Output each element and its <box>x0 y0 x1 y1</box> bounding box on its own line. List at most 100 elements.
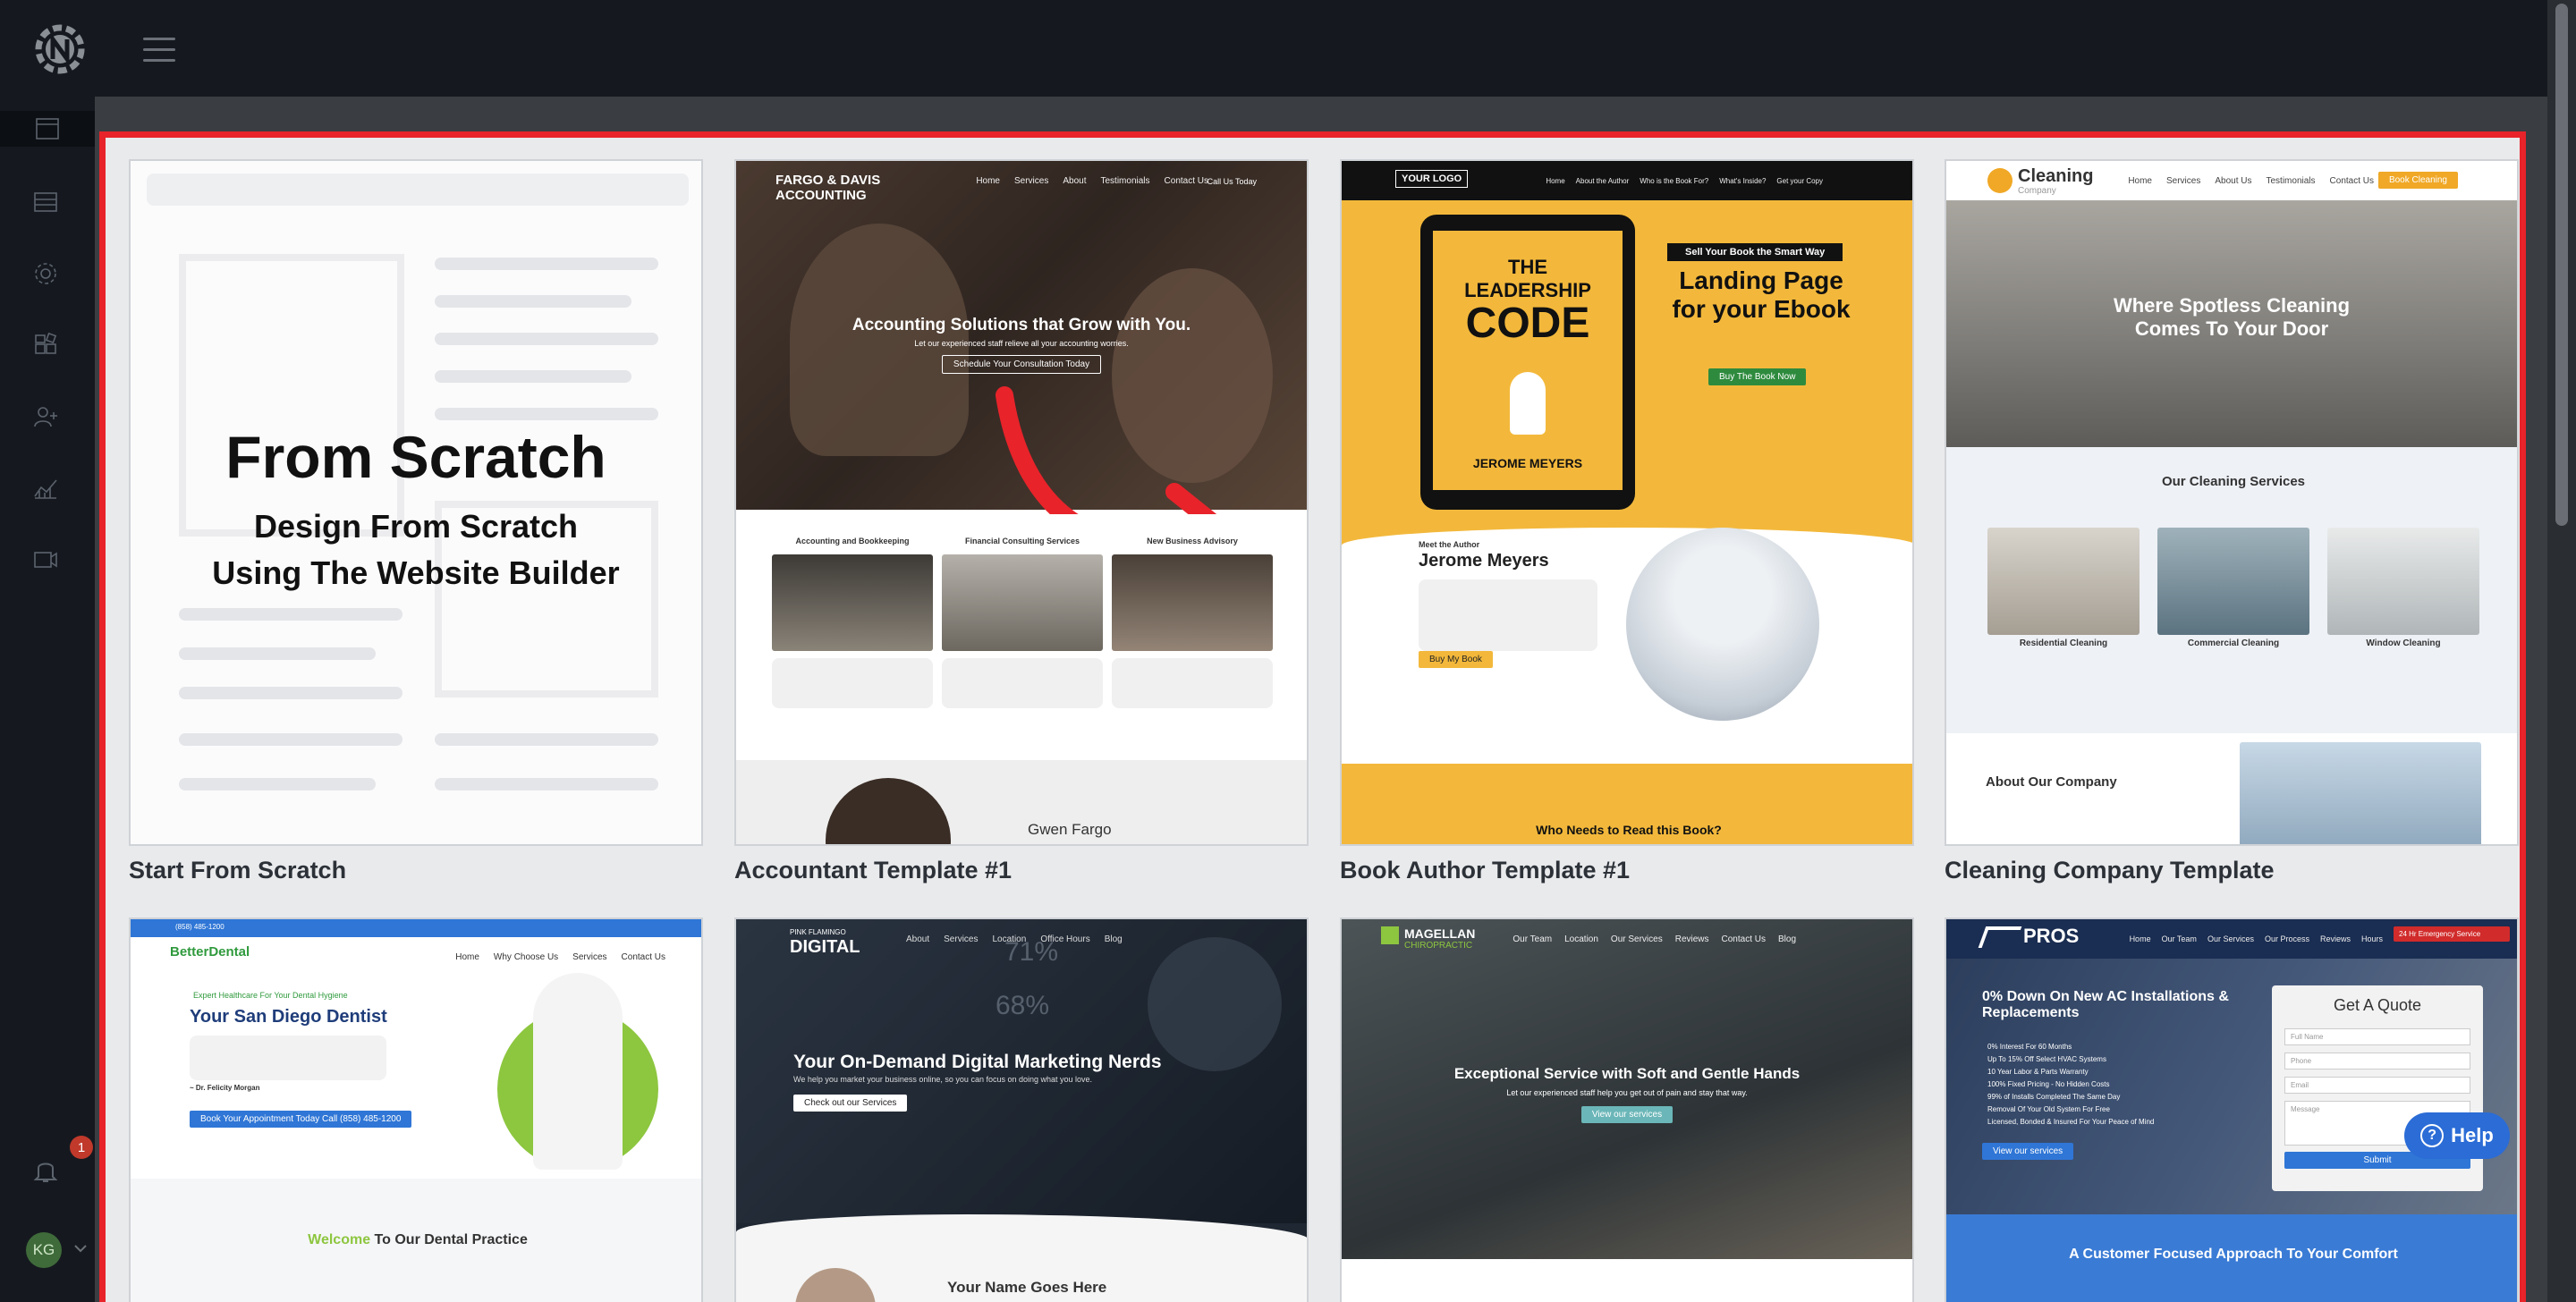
add-user-icon <box>34 407 57 427</box>
templates-grid: From Scratch Design From Scratch Using T… <box>99 131 2526 1302</box>
template-name: Cleaning Company Template <box>1945 857 2275 884</box>
nav-link: Get your Copy <box>1776 176 1823 185</box>
question-icon: ? <box>2420 1124 2445 1147</box>
notifications-button[interactable] <box>28 1152 64 1188</box>
nav-link: Testimonials <box>1100 175 1150 186</box>
nav-link: About <box>1063 175 1087 186</box>
welcome-rest: To Our Dental Practice <box>374 1232 528 1247</box>
sidebar: 1 KG <box>0 0 95 1302</box>
settings-icon <box>35 263 56 284</box>
template-preview[interactable]: YOUR LOGO Home About the Author Who is t… <box>1340 159 1914 846</box>
ac-services-button: View our services <box>1982 1143 2074 1160</box>
nav-analytics[interactable] <box>28 470 64 506</box>
nav-link: Contact Us <box>621 951 665 962</box>
nav-link: Home <box>2128 175 2152 186</box>
user-avatar[interactable]: KG <box>26 1232 62 1268</box>
nav-video[interactable] <box>28 542 64 578</box>
stat-overlay: 68% <box>996 991 1050 1020</box>
websites-icon <box>36 118 59 140</box>
template-preview[interactable]: FARGO & DAVIS ACCOUNTING Home Services A… <box>734 159 1309 846</box>
about-heading: About Our Company <box>1986 774 2117 790</box>
help-button[interactable]: ? Help <box>2404 1112 2510 1159</box>
dental-tagline: Expert Healthcare For Your Dental Hygien… <box>193 991 348 1000</box>
dental-signature: ~ Dr. Felicity Morgan <box>190 1084 260 1092</box>
nav-link: Contact Us <box>1721 934 1766 944</box>
template-preview[interactable]: From Scratch Design From Scratch Using T… <box>129 159 703 846</box>
digital-headline: Your On-Demand Digital Marketing Nerds <box>793 1052 1162 1072</box>
nav-link: Home <box>1546 176 1565 185</box>
consult-button: Schedule Your Consultation Today <box>941 354 1102 374</box>
nav-link: What's Inside? <box>1719 176 1767 185</box>
video-icon <box>34 552 57 568</box>
dental-headline: Your San Diego Dentist <box>190 1007 387 1027</box>
nav-list[interactable] <box>28 184 64 220</box>
book-tag: Sell Your Book the Smart Way <box>1667 243 1843 261</box>
meet-author: Meet the Author <box>1419 540 1480 549</box>
template-preview[interactable]: Cleaning Company Home Services About Us … <box>1945 159 2519 846</box>
quote-field: Phone <box>2284 1053 2470 1070</box>
chevron-down-icon[interactable] <box>72 1239 89 1257</box>
nav-link: Office Hours <box>1040 934 1090 944</box>
nav-link: Reviews <box>2319 934 2351 943</box>
emergency-button: 24 Hr Emergency Service <box>2394 926 2510 942</box>
ac-bullet: 10 Year Labor & Parts Warranty <box>1987 1068 2089 1076</box>
nav-settings[interactable] <box>28 256 64 292</box>
service-title: Residential Cleaning <box>2019 638 2108 648</box>
menu-icon[interactable] <box>143 38 175 63</box>
scrollbar-thumb[interactable] <box>2555 4 2568 526</box>
nav-link: About the Author <box>1575 176 1630 185</box>
nav-link: Services <box>2166 175 2201 186</box>
cleaning-headline: Comes To Your Door <box>2134 317 2329 340</box>
nav-link: Blog <box>1777 934 1796 944</box>
nav-link: Services <box>1014 175 1049 186</box>
nav-link: Our Team <box>2161 934 2197 943</box>
logo-icon[interactable] <box>30 20 89 79</box>
accountant-headline: Accounting Solutions that Grow with You. <box>852 315 1191 334</box>
help-label: Help <box>2451 1124 2494 1146</box>
ac-bullet: 100% Fixed Pricing - No Hidden Costs <box>1987 1080 2110 1088</box>
ac-bullet: Up To 15% Off Select HVAC Systems <box>1987 1055 2106 1063</box>
template-preview[interactable]: 71% 68% PINK FLAMINGO DIGITAL About Serv… <box>734 917 1309 1302</box>
widgets-icon <box>35 332 57 354</box>
author-name: Jerome Meyers <box>1419 551 1549 571</box>
nav-link: Home <box>2129 934 2151 943</box>
quote-field: Full Name <box>2284 1028 2470 1045</box>
book-cleaning-button: Book Cleaning <box>2377 172 2458 189</box>
buy-book-button: Buy The Book Now <box>1708 368 1807 385</box>
top-bar <box>95 0 2547 97</box>
ac-bullet: Licensed, Bonded & Insured For Your Peac… <box>1987 1118 2155 1126</box>
nav-link: Our Team <box>1513 934 1553 944</box>
template-preview[interactable]: (858) 485-1200 BetterDental Home Why Cho… <box>129 917 703 1302</box>
nav-link: Services <box>944 934 979 944</box>
nav-widgets[interactable] <box>28 327 64 363</box>
chiro-headline: Exceptional Service with Soft and Gentle… <box>1453 1064 1801 1082</box>
quote-title: Get A Quote <box>2333 996 2422 1014</box>
nav-websites[interactable] <box>0 111 95 147</box>
list-icon <box>34 192 57 212</box>
nav-link: Location <box>1564 934 1598 944</box>
service-title: Commercial Cleaning <box>2187 638 2280 648</box>
nav-add-user[interactable] <box>28 399 64 435</box>
ac-bullet: 99% of Installs Completed The Same Day <box>1987 1093 2121 1101</box>
nav-link: Contact Us <box>1164 175 1208 186</box>
nav-link: Blog <box>1104 934 1123 944</box>
nav-link: About Us <box>2215 175 2252 186</box>
cleaning-headline: Where Spotless Cleaning <box>2113 294 2351 317</box>
nav-link: Reviews <box>1674 934 1709 944</box>
dental-book-button: Book Your Appointment Today Call (858) 4… <box>190 1111 412 1128</box>
nav-link: About <box>906 934 930 944</box>
analytics-icon <box>34 479 57 499</box>
service-title: Financial Consulting Services <box>964 537 1080 545</box>
nav-link: Home <box>455 951 479 962</box>
template-preview[interactable]: MAGELLAN CHIROPRACTIC Our Team Location … <box>1340 917 1914 1302</box>
template-preview[interactable]: PROS Home Our Team Our Services Our Proc… <box>1945 917 2519 1302</box>
template-name: Accountant Template #1 <box>734 857 1013 884</box>
chiro-services-button: View our services <box>1580 1105 1674 1123</box>
nav-link: Our Services <box>1610 934 1663 944</box>
buy-my-book: Buy My Book <box>1419 651 1493 668</box>
ac-bullet: Removal Of Your Old System For Free <box>1987 1105 2110 1113</box>
digital-subline: We help you market your business online,… <box>793 1075 1093 1084</box>
services-button: Check out our Services <box>793 1095 908 1112</box>
quote-field: Email <box>2284 1077 2470 1094</box>
accountant-subline: Let our experienced staff relieve all yo… <box>914 338 1129 348</box>
